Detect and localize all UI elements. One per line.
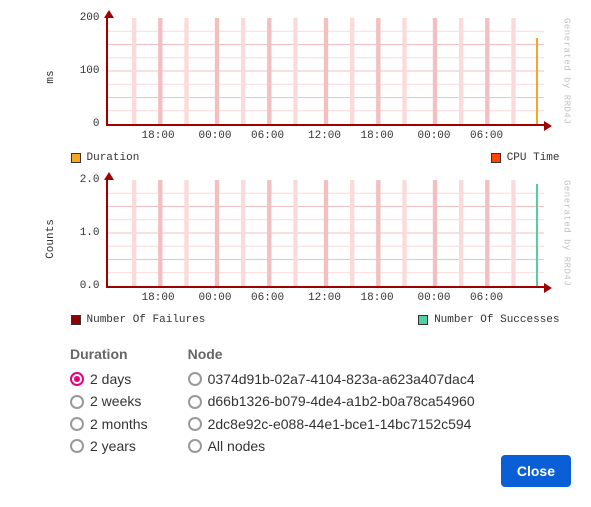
ytick: 2.0 bbox=[60, 174, 100, 186]
radio-icon bbox=[70, 417, 84, 431]
success-marker bbox=[536, 184, 538, 286]
x-ticks: 18:0000:0006:0012:0018:0000:0006:00 bbox=[106, 292, 544, 306]
node-option[interactable]: 2dc8e92c-e088-44e1-bce1-14bc7152c594 bbox=[188, 413, 475, 435]
swatch-icon bbox=[71, 315, 81, 325]
swatch-icon bbox=[418, 315, 428, 325]
duration-group: Duration 2 days2 weeks2 months2 years bbox=[70, 346, 148, 458]
ytick: 0 bbox=[60, 118, 100, 130]
node-option[interactable]: d66b1326-b079-4de4-a1b2-b0a78ca54960 bbox=[188, 390, 475, 412]
duration-option[interactable]: 2 months bbox=[70, 413, 148, 435]
legend-successes: Number Of Successes bbox=[418, 314, 559, 326]
legend-duration: Duration bbox=[71, 152, 140, 164]
x-ticks: 18:0000:0006:0012:0018:0000:0006:00 bbox=[106, 130, 544, 144]
y-axis-arrow-icon bbox=[104, 10, 114, 18]
duration-option-label: 2 weeks bbox=[90, 390, 141, 412]
node-option-label: 0374d91b-02a7-4104-823a-a623a407dac4 bbox=[208, 368, 475, 390]
ytick: 1.0 bbox=[60, 227, 100, 239]
duration-option[interactable]: 2 years bbox=[70, 435, 148, 457]
timing-chart: Generated by RRD4J ms 0 100 200 18:0000:… bbox=[16, 8, 576, 146]
radio-icon bbox=[70, 395, 84, 409]
node-option[interactable]: 0374d91b-02a7-4104-823a-a623a407dac4 bbox=[188, 368, 475, 390]
duration-option[interactable]: 2 days bbox=[70, 368, 148, 390]
rrd-watermark: Generated by RRD4J bbox=[562, 18, 572, 124]
grid-lines bbox=[108, 18, 544, 124]
radio-icon bbox=[188, 439, 202, 453]
rrd-watermark: Generated by RRD4J bbox=[562, 180, 572, 286]
legend-failures: Number Of Failures bbox=[71, 314, 206, 326]
ytick: 0.0 bbox=[60, 280, 100, 292]
counts-legend: Number Of Failures Number Of Successes bbox=[16, 312, 576, 332]
node-header: Node bbox=[188, 346, 475, 362]
timing-legend: Duration CPU Time bbox=[16, 150, 576, 170]
grid-lines bbox=[108, 180, 544, 286]
duration-option-label: 2 months bbox=[90, 413, 148, 435]
duration-option-label: 2 days bbox=[90, 368, 131, 390]
radio-icon bbox=[70, 372, 84, 386]
duration-option[interactable]: 2 weeks bbox=[70, 390, 148, 412]
radio-icon bbox=[70, 439, 84, 453]
counts-chart: Generated by RRD4J Counts 0.0 1.0 2.0 18… bbox=[16, 170, 576, 308]
y-axis-arrow-icon bbox=[104, 172, 114, 180]
node-option-label: 2dc8e92c-e088-44e1-bce1-14bc7152c594 bbox=[208, 413, 472, 435]
swatch-icon bbox=[71, 153, 81, 163]
y-axis-label: Counts bbox=[45, 219, 57, 259]
duration-header: Duration bbox=[70, 346, 148, 362]
node-option[interactable]: All nodes bbox=[188, 435, 475, 457]
node-option-label: All nodes bbox=[208, 435, 266, 457]
ytick: 200 bbox=[60, 12, 100, 24]
plot-area: 0.0 1.0 2.0 bbox=[106, 180, 544, 288]
close-button[interactable]: Close bbox=[501, 455, 571, 487]
duration-option-label: 2 years bbox=[90, 435, 136, 457]
node-option-label: d66b1326-b079-4de4-a1b2-b0a78ca54960 bbox=[208, 390, 475, 412]
radio-icon bbox=[188, 372, 202, 386]
plot-area: 0 100 200 bbox=[106, 18, 544, 126]
radio-icon bbox=[188, 417, 202, 431]
duration-marker bbox=[536, 38, 538, 124]
y-axis-label: ms bbox=[45, 70, 57, 83]
x-axis-arrow-icon bbox=[544, 283, 552, 293]
controls-panel: Duration 2 days2 weeks2 months2 years No… bbox=[0, 332, 591, 458]
radio-icon bbox=[188, 395, 202, 409]
x-axis-arrow-icon bbox=[544, 121, 552, 131]
ytick: 100 bbox=[60, 65, 100, 77]
swatch-icon bbox=[491, 153, 501, 163]
node-group: Node 0374d91b-02a7-4104-823a-a623a407dac… bbox=[188, 346, 475, 458]
legend-cpu-time: CPU Time bbox=[491, 152, 560, 164]
